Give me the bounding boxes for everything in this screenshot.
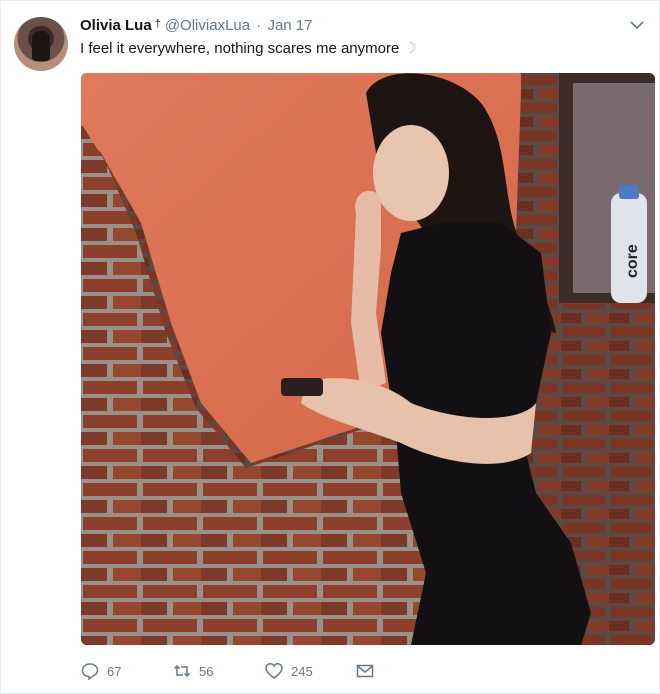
direct-message-button[interactable] [356,662,374,680]
tweet-header: Olivia Lua † @OliviaxLua · Jan 17 [80,16,312,37]
tweet-body: I feel it everywhere, nothing scares me … [80,40,400,57]
reply-icon [81,663,99,680]
heart-icon [265,663,283,679]
tweet-date[interactable]: Jan 17 [267,17,312,34]
envelope-icon [356,664,374,678]
user-handle[interactable]: @OliviaxLua [165,17,250,34]
moon-emoji: ☽ [403,40,417,57]
like-button[interactable]: 245 [265,662,313,680]
retweet-count: 56 [199,663,214,679]
tweet-text: I feel it everywhere, nothing scares me … [80,39,417,59]
like-count: 245 [291,663,313,679]
retweet-button[interactable]: 56 [173,662,213,680]
reply-button[interactable]: 67 [81,662,121,680]
separator: · [256,17,262,34]
avatar[interactable] [14,17,68,71]
user-name[interactable]: Olivia Lua [80,17,152,34]
name-badge: † [154,18,161,30]
chevron-down-icon[interactable] [629,17,645,33]
tweet-card: Olivia Lua † @OliviaxLua · Jan 17 I feel i… [0,0,660,694]
bottle-label: core [624,244,641,278]
reply-count: 67 [107,663,122,679]
retweet-icon [173,664,191,678]
photo-illustration: core [81,73,655,645]
tweet-photo[interactable]: core [81,73,655,645]
